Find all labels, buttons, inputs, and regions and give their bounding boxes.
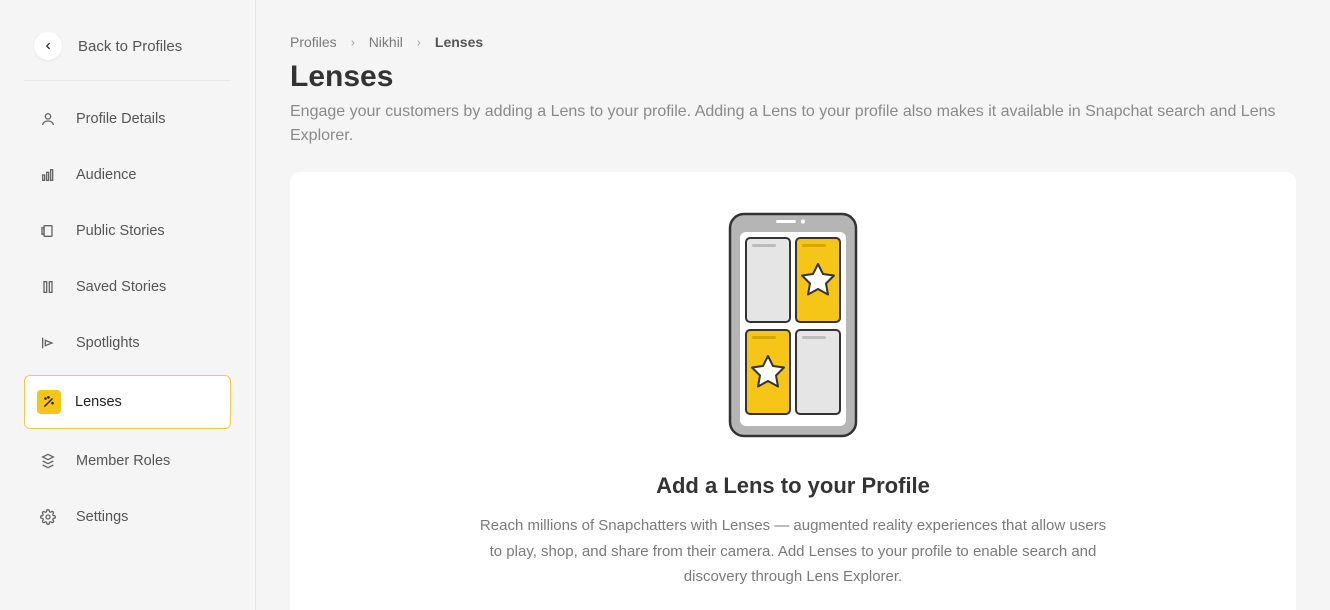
breadcrumb-item-current: Lenses (435, 34, 483, 50)
lenses-illustration (728, 212, 858, 443)
back-label: Back to Profiles (78, 38, 182, 55)
sidebar-item-saved-stories[interactable]: Saved Stories (24, 263, 231, 311)
sidebar-item-public-stories[interactable]: Public Stories (24, 207, 231, 255)
page-subtitle: Engage your customers by adding a Lens t… (290, 100, 1296, 148)
sidebar-item-audience[interactable]: Audience (24, 151, 231, 199)
breadcrumb-item-profiles[interactable]: Profiles (290, 34, 337, 50)
chevron-right-icon (349, 34, 357, 50)
breadcrumb: Profiles Nikhil Lenses (290, 34, 1296, 50)
back-to-profiles[interactable]: Back to Profiles (0, 20, 255, 80)
sidebar-item-settings[interactable]: Settings (24, 493, 231, 541)
sidebar-item-label: Audience (76, 167, 136, 183)
settings-icon (38, 507, 58, 527)
sidebar-item-spotlights[interactable]: Spotlights (24, 319, 231, 367)
back-icon (34, 32, 62, 60)
profile-icon (38, 109, 58, 129)
lenses-icon (37, 390, 61, 414)
sidebar-item-label: Member Roles (76, 453, 170, 469)
sidebar-divider (24, 80, 231, 81)
chevron-right-icon (415, 34, 423, 50)
sidebar-item-label: Public Stories (76, 223, 165, 239)
sidebar-item-label: Saved Stories (76, 279, 166, 295)
sidebar-item-profile-details[interactable]: Profile Details (24, 95, 231, 143)
sidebar-item-label: Settings (76, 509, 128, 525)
card-description: Reach millions of Snapchatters with Lens… (473, 513, 1113, 590)
stories-icon (38, 221, 58, 241)
card-title: Add a Lens to your Profile (656, 473, 930, 499)
sidebar-item-label: Lenses (75, 394, 122, 410)
saved-icon (38, 277, 58, 297)
spotlight-icon (38, 333, 58, 353)
nav-list: Profile Details Audience Public Stories … (0, 95, 255, 541)
lenses-card: Add a Lens to your Profile Reach million… (290, 172, 1296, 610)
sidebar: Back to Profiles Profile Details Audienc… (0, 0, 256, 610)
sidebar-item-label: Profile Details (76, 111, 165, 127)
main-content: Profiles Nikhil Lenses Lenses Engage you… (256, 0, 1330, 610)
page-title: Lenses (290, 60, 1296, 94)
sidebar-item-lenses[interactable]: Lenses (24, 375, 231, 429)
audience-icon (38, 165, 58, 185)
sidebar-item-label: Spotlights (76, 335, 140, 351)
breadcrumb-item-nikhil[interactable]: Nikhil (369, 34, 403, 50)
sidebar-item-member-roles[interactable]: Member Roles (24, 437, 231, 485)
roles-icon (38, 451, 58, 471)
